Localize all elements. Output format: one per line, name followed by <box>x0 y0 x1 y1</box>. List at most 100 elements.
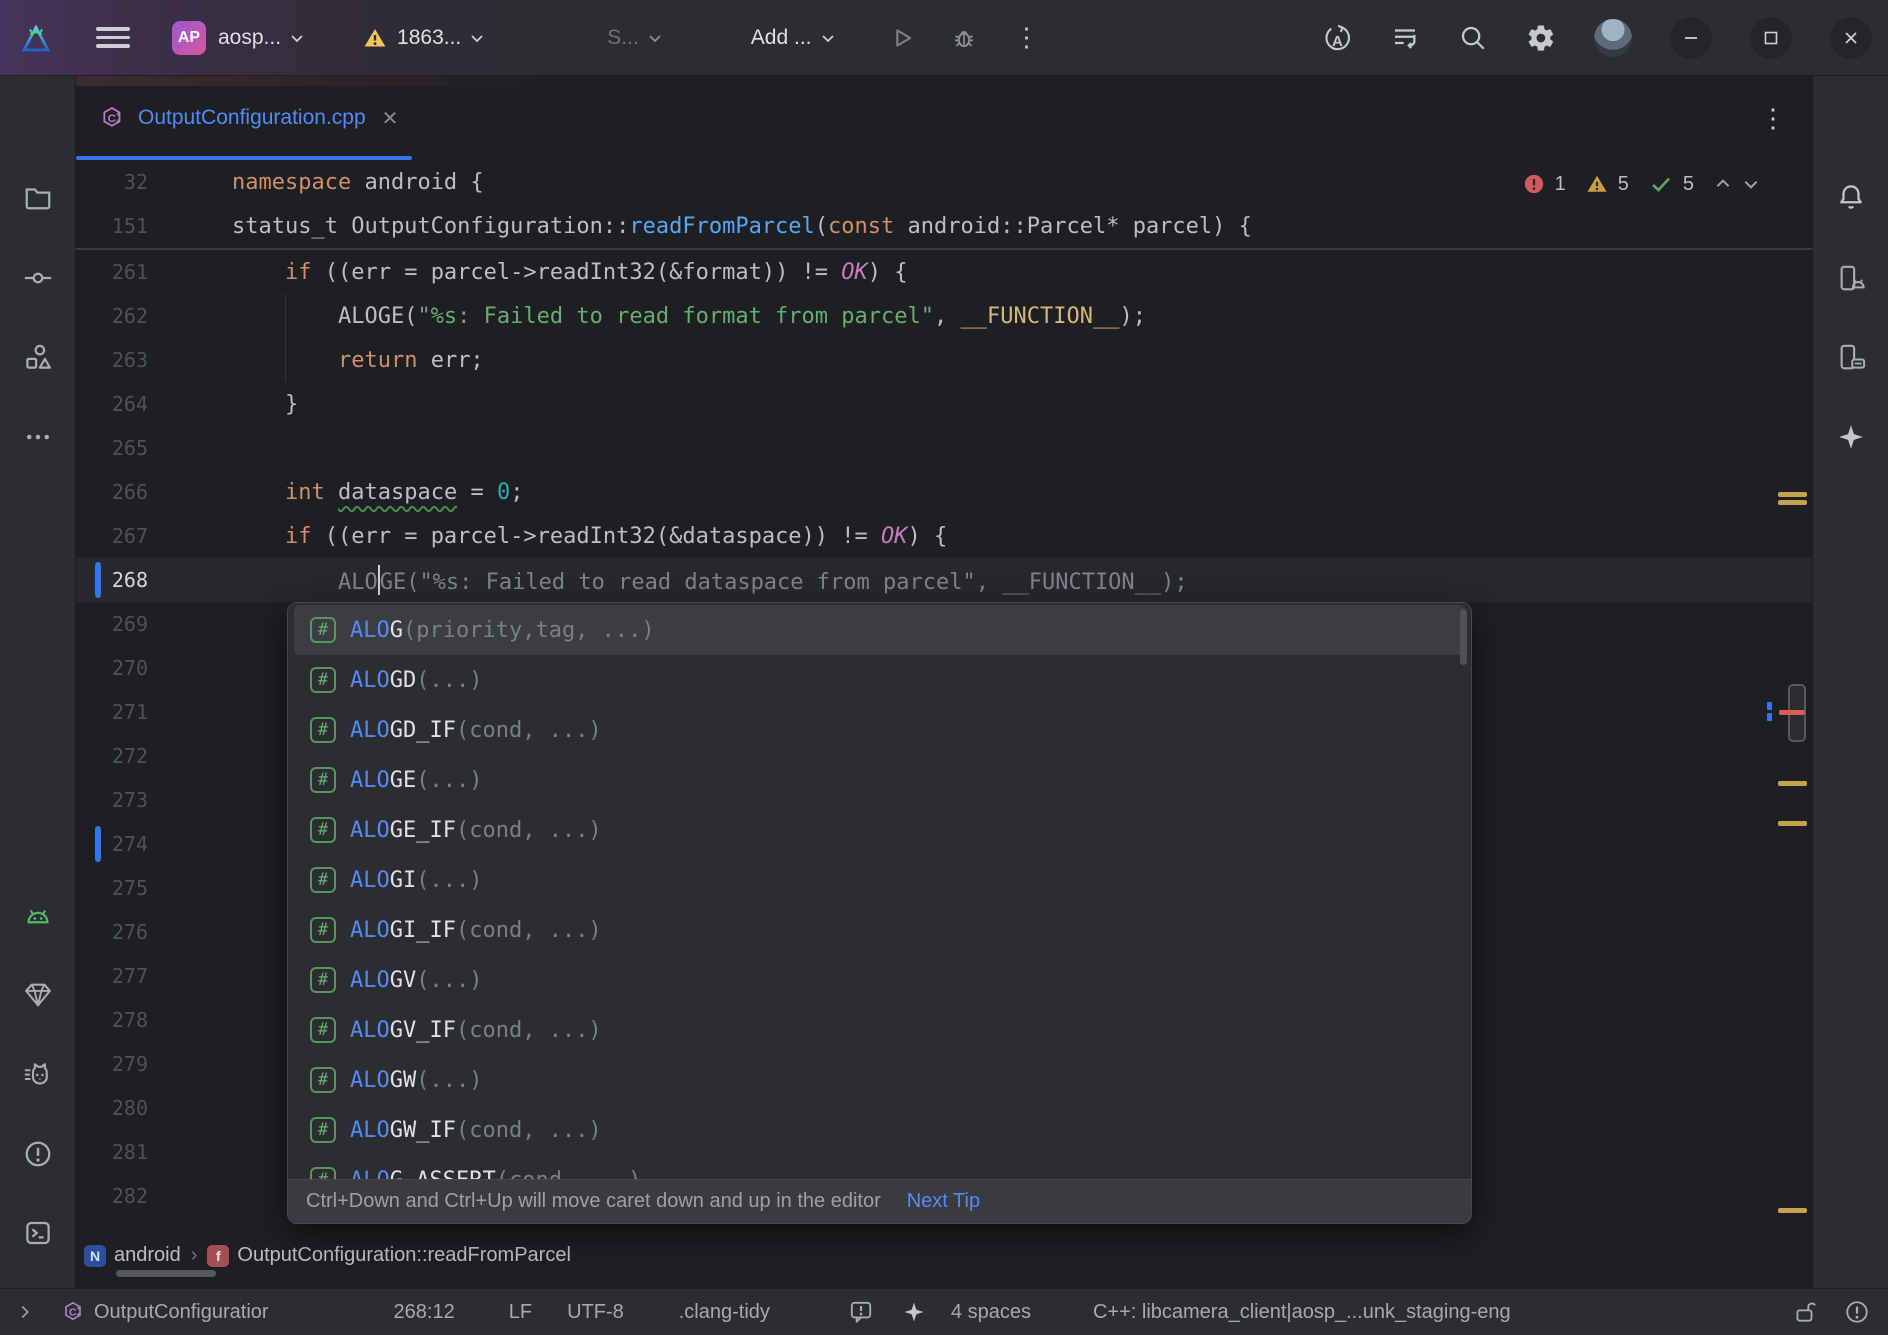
alert-circle-icon <box>23 1139 53 1169</box>
warning-stripe-mark[interactable] <box>1778 781 1807 786</box>
define-icon: # <box>310 817 336 843</box>
ai-status-button[interactable] <box>902 1300 926 1324</box>
completion-item[interactable]: #ALOGI_IF(cond, ...) <box>294 905 1465 955</box>
gemini-button[interactable] <box>1836 422 1866 452</box>
more-tool-windows-button[interactable] <box>23 422 53 452</box>
commit-tool-button[interactable] <box>23 263 53 293</box>
android-tool-button[interactable] <box>23 901 53 931</box>
status-file-name[interactable]: OutputConfiguratior <box>94 1301 269 1324</box>
running-tasks-button[interactable] <box>1390 23 1420 53</box>
structure-tool-button[interactable] <box>23 342 53 372</box>
code-line[interactable]: 267 if ((err = parcel->readInt32(&datasp… <box>76 514 1812 558</box>
completion-item-label: ALOGD(...) <box>350 668 482 693</box>
completion-item[interactable]: #ALOGD_IF(cond, ...) <box>294 705 1465 755</box>
completion-item[interactable]: #ALOGW_IF(cond, ...) <box>294 1105 1465 1155</box>
warning-stripe-mark[interactable] <box>1778 492 1807 497</box>
unlock-icon[interactable] <box>1792 1299 1818 1325</box>
status-expand-button[interactable] <box>14 1301 36 1323</box>
search-everywhere-button[interactable] <box>1458 23 1488 53</box>
app-quality-insights-tool-button[interactable] <box>23 979 53 1009</box>
inspections-widget[interactable]: 1 5 5 <box>1515 164 1768 204</box>
error-stripe-mark[interactable] <box>1779 710 1805 715</box>
chevron-up-icon[interactable] <box>1714 175 1732 193</box>
notifications-button[interactable] <box>1836 182 1866 212</box>
device-manager-button[interactable] <box>1836 263 1866 293</box>
completion-item[interactable]: #ALOGW(...) <box>294 1055 1465 1105</box>
indent-guide <box>285 294 286 382</box>
run-configuration-selector[interactable]: Add ... <box>751 26 836 50</box>
completion-item[interactable]: #ALOGE_IF(cond, ...) <box>294 805 1465 855</box>
code-completion-popup: #ALOG(priority,tag, ...)#ALOGD(...)#ALOG… <box>287 602 1472 1224</box>
status-file-widget[interactable]: C + + <box>62 1300 86 1324</box>
popup-scrollbar-thumb[interactable] <box>1460 609 1467 665</box>
line-ending[interactable]: LF <box>509 1301 532 1324</box>
line-number: 32 <box>76 170 150 194</box>
code-line[interactable]: 262 ALOGE("%s: Failed to read format fro… <box>76 294 1812 338</box>
completion-item[interactable]: #ALOGD(...) <box>294 655 1465 705</box>
tab-close-icon[interactable]: ✕ <box>382 106 399 131</box>
maximize-icon <box>1763 30 1779 46</box>
code-line[interactable]: 151status_t OutputConfiguration::readFro… <box>76 204 1812 248</box>
warning-stripe-mark[interactable] <box>1778 1208 1807 1213</box>
completion-tip-bar: Ctrl+Down and Ctrl+Up will move caret do… <box>288 1179 1471 1223</box>
running-devices-button[interactable] <box>1836 342 1866 372</box>
chevron-down-icon[interactable] <box>1742 175 1760 193</box>
completion-item[interactable]: #ALOGV_IF(cond, ...) <box>294 1005 1465 1055</box>
settings-button[interactable] <box>1526 23 1556 53</box>
tip-text: Ctrl+Down and Ctrl+Up will move caret do… <box>306 1190 881 1213</box>
caret-position[interactable]: 268:12 <box>394 1301 455 1324</box>
code-with-me-button[interactable]: A <box>1322 23 1352 53</box>
completion-item[interactable]: #ALOG(priority,tag, ...) <box>294 605 1465 655</box>
completion-item[interactable]: #ALOGV(...) <box>294 955 1465 1005</box>
completion-item-label: ALOGI_IF(cond, ...) <box>350 918 602 943</box>
project-tool-button[interactable] <box>23 182 53 212</box>
project-name: aosp... <box>218 26 281 50</box>
warning-stripe-mark[interactable] <box>1778 500 1807 505</box>
breadcrumbs: N android › f OutputConfiguration::readF… <box>76 1240 1812 1288</box>
tab-outputconfiguration-cpp[interactable]: C + + OutputConfiguration.cpp ✕ <box>76 76 418 160</box>
warning-stripe-mark[interactable] <box>1778 821 1807 826</box>
completion-item-label: ALOGV_IF(cond, ...) <box>350 1018 602 1043</box>
horizontal-scrollbar-thumb[interactable] <box>116 1270 216 1277</box>
build-target[interactable]: C++: libcamera_client|aosp_...unk_stagin… <box>1093 1301 1511 1324</box>
user-avatar[interactable] <box>1594 19 1632 57</box>
code-line[interactable]: 261 if ((err = parcel->readInt32(&format… <box>76 250 1812 294</box>
main-menu-button[interactable] <box>96 22 130 53</box>
file-encoding[interactable]: UTF-8 <box>567 1301 624 1324</box>
breadcrumb-namespace[interactable]: N android <box>84 1244 181 1267</box>
project-widget[interactable]: AP aosp... <box>172 21 305 55</box>
completion-item[interactable]: #ALOGI(...) <box>294 855 1465 905</box>
vcs-widget[interactable]: 1863... <box>363 26 485 50</box>
minimize-button[interactable] <box>1670 17 1712 59</box>
code-line[interactable]: 265 <box>76 426 1812 470</box>
code-line[interactable]: 266 int dataspace = 0; <box>76 470 1812 514</box>
debug-button[interactable] <box>950 24 978 52</box>
completion-item[interactable]: #ALOGE(...) <box>294 755 1465 805</box>
run-button[interactable] <box>888 24 916 52</box>
next-tip-link[interactable]: Next Tip <box>907 1190 980 1213</box>
more-actions-button[interactable]: ⋮ <box>1014 22 1040 53</box>
chevron-down-icon <box>469 30 485 46</box>
letter-a-circular-arrow-icon: A <box>1322 23 1352 53</box>
line-number: 276 <box>76 920 150 944</box>
analyzer-status[interactable]: .clang-tidy <box>679 1301 770 1324</box>
alert-circle-icon[interactable] <box>1844 1299 1870 1325</box>
line-number: 267 <box>76 524 150 548</box>
device-selector[interactable]: S... <box>607 26 663 50</box>
code-line[interactable]: 268 ALOGE("%s: Failed to read dataspace … <box>76 558 1812 602</box>
ellipsis-icon <box>23 422 53 452</box>
line-number: 262 <box>76 304 150 328</box>
breadcrumb-function[interactable]: f OutputConfiguration::readFromParcel <box>207 1244 571 1267</box>
code-line[interactable]: 264 } <box>76 382 1812 426</box>
problems-tool-button[interactable] <box>23 1139 53 1169</box>
indent-setting[interactable]: 4 spaces <box>951 1301 1031 1324</box>
line-number: 274 <box>76 832 150 856</box>
terminal-tool-button[interactable] <box>23 1218 53 1248</box>
close-button[interactable] <box>1830 17 1872 59</box>
reader-mode-button[interactable] <box>848 1299 874 1325</box>
maximize-button[interactable] <box>1750 17 1792 59</box>
logcat-tool-button[interactable] <box>23 1059 53 1089</box>
code-line[interactable]: 263 return err; <box>76 338 1812 382</box>
completion-item[interactable]: #ALOG_ASSERT(cond, ...) <box>294 1155 1465 1179</box>
tab-options-button[interactable]: ⋮ <box>1760 76 1786 160</box>
